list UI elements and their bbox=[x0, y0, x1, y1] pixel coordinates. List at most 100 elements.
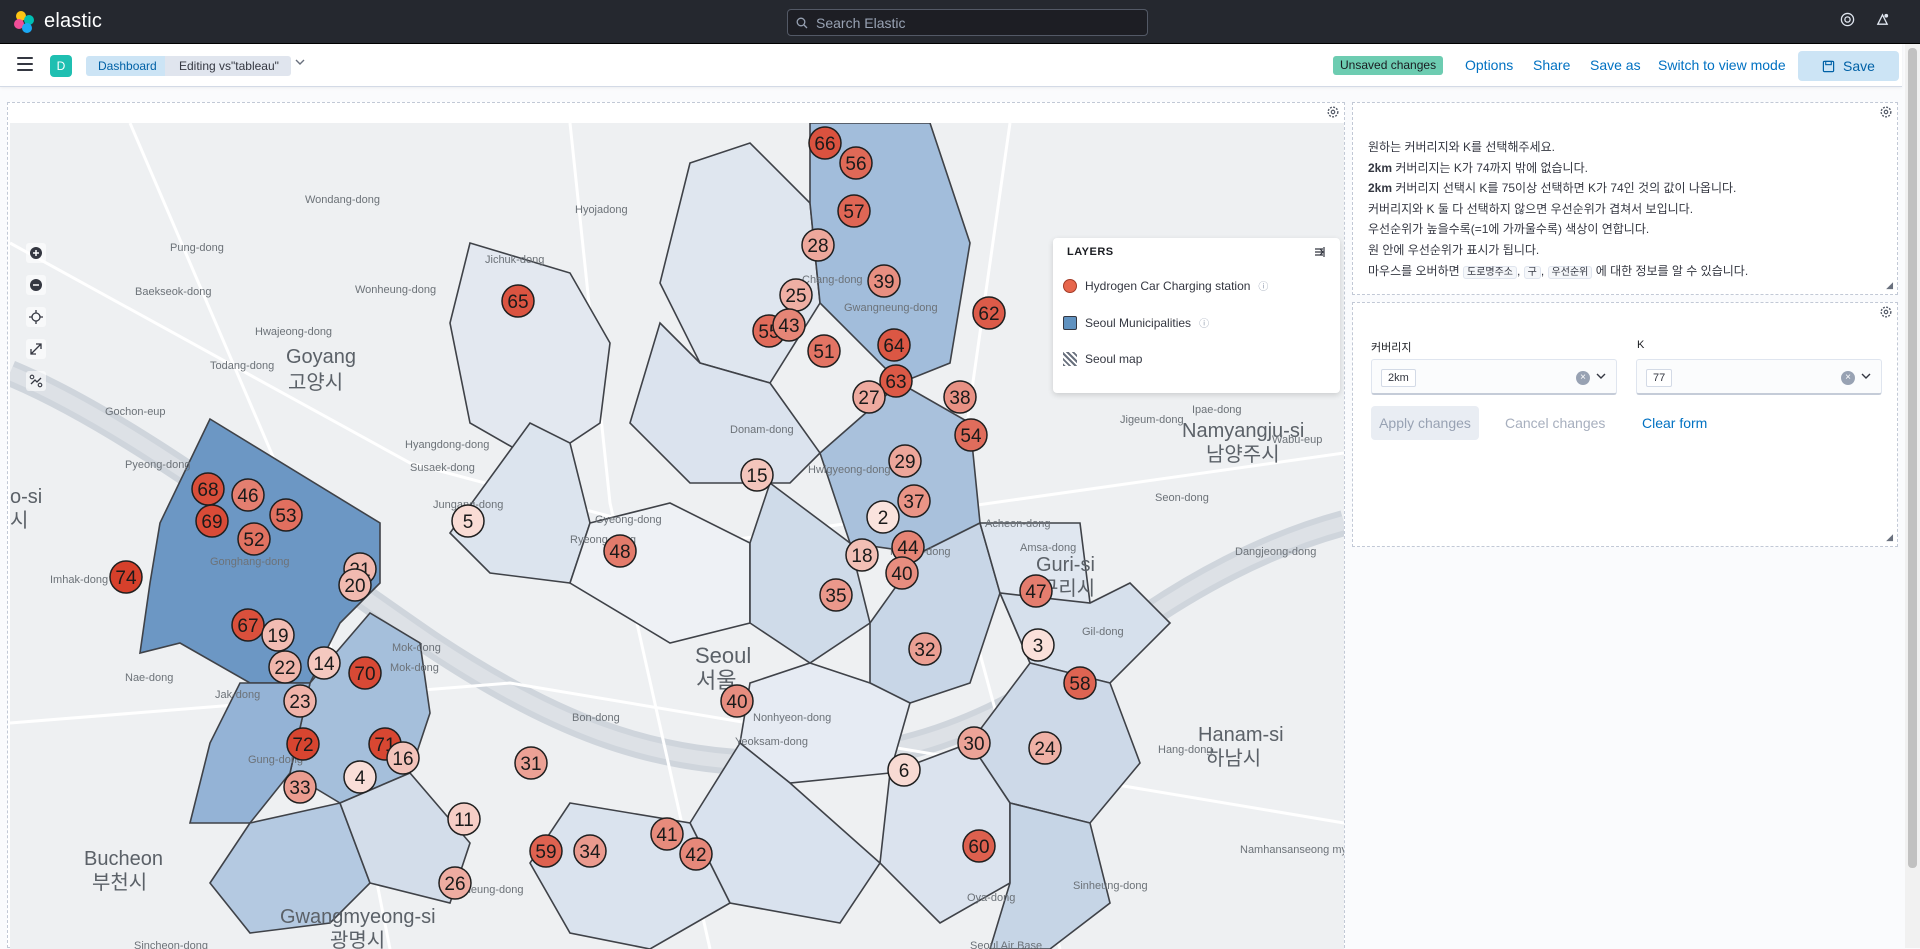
station-marker[interactable]: 29 bbox=[888, 444, 922, 478]
station-marker[interactable]: 30 bbox=[957, 726, 991, 760]
save-as-link[interactable]: Save as bbox=[1590, 57, 1641, 73]
station-marker[interactable]: 25 bbox=[779, 278, 813, 312]
station-marker[interactable]: 24 bbox=[1028, 731, 1062, 765]
station-marker[interactable]: 41 bbox=[650, 817, 684, 851]
station-marker[interactable]: 51 bbox=[807, 334, 841, 368]
station-marker[interactable]: 38 bbox=[943, 380, 977, 414]
station-marker[interactable]: 11 bbox=[447, 802, 481, 836]
resize-handle-icon[interactable]: ◢ bbox=[1886, 532, 1893, 543]
station-marker[interactable]: 48 bbox=[603, 534, 637, 568]
markdown-panel-gear-icon[interactable] bbox=[1879, 105, 1893, 123]
station-marker[interactable]: 64 bbox=[877, 328, 911, 362]
station-marker[interactable]: 58 bbox=[1063, 666, 1097, 700]
station-marker[interactable]: 5 bbox=[451, 504, 485, 538]
collapse-legend-icon[interactable] bbox=[1314, 246, 1328, 261]
station-marker[interactable]: 46 bbox=[231, 478, 265, 512]
breadcrumb-dashboard[interactable]: Dashboard bbox=[86, 56, 169, 76]
station-marker[interactable]: 42 bbox=[679, 837, 713, 871]
station-marker[interactable]: 15 bbox=[740, 458, 774, 492]
circle-swatch-icon bbox=[1063, 278, 1077, 293]
station-marker[interactable]: 70 bbox=[348, 656, 382, 690]
station-marker[interactable]: 66 bbox=[808, 126, 842, 160]
station-marker[interactable]: 39 bbox=[867, 264, 901, 298]
options-link[interactable]: Options bbox=[1465, 57, 1513, 73]
station-marker[interactable]: 65 bbox=[501, 284, 535, 318]
locate-icon[interactable] bbox=[26, 307, 46, 327]
station-marker[interactable]: 60 bbox=[962, 829, 996, 863]
station-marker[interactable]: 28 bbox=[801, 228, 835, 262]
station-marker[interactable]: 31 bbox=[514, 746, 548, 780]
station-marker[interactable]: 22 bbox=[268, 650, 302, 684]
station-marker[interactable]: 3 bbox=[1021, 628, 1055, 662]
station-marker[interactable]: 43 bbox=[772, 308, 806, 342]
station-marker[interactable]: 27 bbox=[852, 380, 886, 414]
k-selected-pill[interactable]: 77 bbox=[1646, 369, 1673, 387]
help-icon[interactable] bbox=[1840, 12, 1855, 31]
station-marker[interactable]: 33 bbox=[283, 770, 317, 804]
station-marker[interactable]: 52 bbox=[237, 522, 271, 556]
legend-layer-basemap[interactable]: Seoul map bbox=[1063, 352, 1142, 366]
station-marker[interactable]: 40 bbox=[720, 684, 754, 718]
station-marker[interactable]: 14 bbox=[307, 646, 341, 680]
space-avatar[interactable]: D bbox=[50, 55, 72, 77]
cancel-changes-button[interactable]: Cancel changes bbox=[1505, 406, 1605, 440]
controls-panel-gear-icon[interactable] bbox=[1879, 305, 1893, 323]
station-marker[interactable]: 53 bbox=[269, 498, 303, 532]
station-marker[interactable]: 19 bbox=[261, 618, 295, 652]
station-marker[interactable]: 18 bbox=[845, 538, 879, 572]
coverage-selected-pill[interactable]: 2km bbox=[1381, 369, 1416, 387]
k-select[interactable]: 77 × bbox=[1636, 359, 1882, 395]
station-marker[interactable]: 23 bbox=[283, 684, 317, 718]
station-marker[interactable]: 20 bbox=[338, 568, 372, 602]
info-icon[interactable]: ⓘ bbox=[1199, 315, 1209, 330]
station-marker[interactable]: 74 bbox=[109, 560, 143, 594]
draw-tool-icon[interactable] bbox=[26, 371, 46, 391]
switch-view-mode-link[interactable]: Switch to view mode bbox=[1658, 57, 1786, 73]
clear-selection-icon[interactable]: × bbox=[1841, 371, 1855, 385]
station-marker[interactable]: 16 bbox=[386, 741, 420, 775]
zoom-in-icon[interactable] bbox=[26, 243, 46, 263]
station-marker[interactable]: 47 bbox=[1019, 574, 1053, 608]
apply-changes-button[interactable]: Apply changes bbox=[1371, 406, 1479, 440]
station-marker[interactable]: 62 bbox=[972, 296, 1006, 330]
station-marker[interactable]: 67 bbox=[231, 608, 265, 642]
coverage-select[interactable]: 2km × bbox=[1371, 359, 1617, 395]
station-marker[interactable]: 32 bbox=[908, 632, 942, 666]
station-marker[interactable]: 72 bbox=[286, 727, 320, 761]
clear-selection-icon[interactable]: × bbox=[1576, 371, 1590, 385]
map-panel-gear-icon[interactable] bbox=[1326, 105, 1340, 123]
elastic-logo[interactable]: elastic bbox=[14, 10, 102, 33]
station-marker[interactable]: 56 bbox=[839, 146, 873, 180]
station-marker[interactable]: 54 bbox=[954, 418, 988, 452]
resize-handle-icon[interactable]: ◢ bbox=[1886, 280, 1893, 291]
save-button[interactable]: Save bbox=[1798, 51, 1899, 81]
station-marker[interactable]: 40 bbox=[885, 556, 919, 590]
clear-form-button[interactable]: Clear form bbox=[1642, 406, 1707, 440]
info-icon[interactable]: ⓘ bbox=[1258, 278, 1268, 293]
news-feed-icon[interactable] bbox=[1875, 12, 1890, 31]
station-marker[interactable]: 57 bbox=[837, 194, 871, 228]
chevron-down-icon[interactable] bbox=[294, 56, 306, 71]
legend-layer-stations[interactable]: Hydrogen Car Charging station ⓘ bbox=[1063, 278, 1268, 293]
global-search-input[interactable]: Search Elastic bbox=[787, 9, 1148, 36]
fullscreen-icon[interactable] bbox=[26, 339, 46, 359]
menu-icon[interactable] bbox=[17, 57, 33, 71]
share-link[interactable]: Share bbox=[1533, 57, 1570, 73]
station-marker[interactable]: 2 bbox=[866, 500, 900, 534]
station-marker[interactable]: 26 bbox=[438, 866, 472, 900]
station-marker[interactable]: 59 bbox=[529, 834, 563, 868]
station-marker[interactable]: 34 bbox=[573, 834, 607, 868]
station-marker[interactable]: 4 bbox=[343, 760, 377, 794]
chevron-down-icon[interactable] bbox=[1860, 370, 1872, 385]
zoom-out-icon[interactable] bbox=[26, 275, 46, 295]
station-marker[interactable]: 68 bbox=[191, 472, 225, 506]
station-marker[interactable]: 6 bbox=[887, 753, 921, 787]
instruction-line-4: 커버리지와 K 둘 다 선택하지 않으면 우선순위가 겹쳐서 보입니다. bbox=[1368, 201, 1694, 216]
legend-layer-municipalities[interactable]: Seoul Municipalities ⓘ bbox=[1063, 315, 1209, 330]
station-priority-label: 3 bbox=[1033, 636, 1044, 657]
page-scrollbar[interactable] bbox=[1905, 44, 1920, 948]
station-marker[interactable]: 37 bbox=[897, 484, 931, 518]
station-marker[interactable]: 69 bbox=[195, 504, 229, 538]
chevron-down-icon[interactable] bbox=[1595, 370, 1607, 385]
station-marker[interactable]: 35 bbox=[819, 578, 853, 612]
